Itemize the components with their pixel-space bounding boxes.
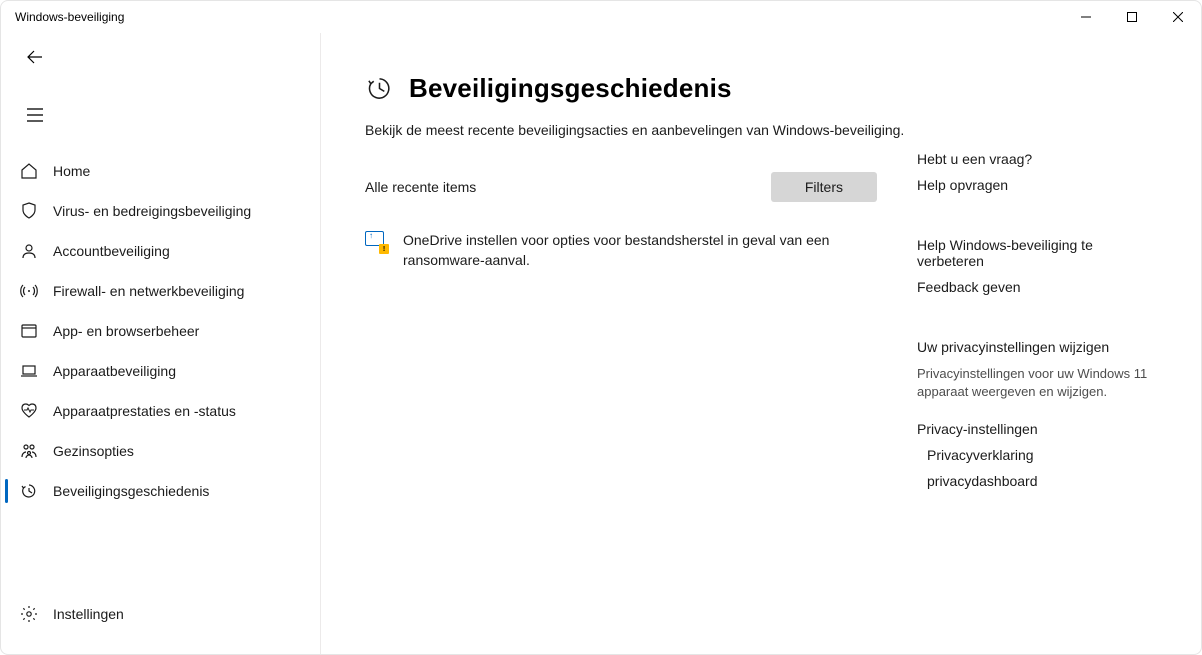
sidebar-item-performance[interactable]: Apparaatprestaties en -status [5, 391, 320, 431]
side-link-privacy-statement[interactable]: Privacyverklaring [917, 447, 1159, 463]
window-title: Windows-beveiliging [15, 10, 124, 24]
sidebar-item-label: Home [53, 163, 90, 179]
back-button[interactable] [15, 39, 55, 75]
sidebar-item-label: Instellingen [53, 606, 124, 622]
window-controls [1063, 1, 1201, 33]
page-title: Beveiligingsgeschiedenis [409, 73, 732, 104]
side-privacy-desc: Privacyinstellingen voor uw Windows 11 a… [917, 365, 1159, 401]
sidebar-item-settings[interactable]: Instellingen [5, 594, 320, 634]
sidebar-item-account[interactable]: Accountbeveiliging [5, 231, 320, 271]
browser-icon [19, 321, 39, 341]
maximize-button[interactable] [1109, 1, 1155, 33]
sidebar-item-firewall[interactable]: Firewall- en netwerkbeveiliging [5, 271, 320, 311]
sidebar-item-device[interactable]: Apparaatbeveiliging [5, 351, 320, 391]
history-item-text: OneDrive instellen voor opties voor best… [403, 230, 877, 271]
sidebar-item-home[interactable]: Home [5, 151, 320, 191]
history-icon [365, 75, 393, 103]
main-content: Beveiligingsgeschiedenis Bekijk de meest… [321, 33, 1201, 654]
sidebar-item-label: Gezinsopties [53, 443, 134, 459]
sidebar-item-label: Beveiligingsgeschiedenis [53, 483, 209, 499]
sidebar-item-history[interactable]: Beveiligingsgeschiedenis [5, 471, 320, 511]
side-link-privacy-settings[interactable]: Privacy-instellingen [917, 421, 1159, 437]
sidebar-item-label: App- en browserbeheer [53, 323, 199, 339]
sidebar-item-family[interactable]: Gezinsopties [5, 431, 320, 471]
page-subtitle: Bekijk de meest recente beveiligingsacti… [365, 122, 917, 138]
sidebar-item-appbrowser[interactable]: App- en browserbeheer [5, 311, 320, 351]
hamburger-button[interactable] [15, 97, 55, 133]
side-heading-question: Hebt u een vraag? [917, 151, 1159, 167]
sidebar-item-label: Apparaatbeveiliging [53, 363, 176, 379]
close-button[interactable] [1155, 1, 1201, 33]
titlebar: Windows-beveiliging [1, 1, 1201, 33]
side-heading-privacy: Uw privacyinstellingen wijzigen [917, 339, 1159, 355]
history-icon [19, 481, 39, 501]
network-icon [19, 281, 39, 301]
side-link-help[interactable]: Help opvragen [917, 177, 1159, 193]
filter-label: Alle recente items [365, 179, 476, 195]
person-icon [19, 241, 39, 261]
sidebar-item-label: Accountbeveiliging [53, 243, 170, 259]
heart-icon [19, 401, 39, 421]
sidebar-item-virus[interactable]: Virus- en bedreigingsbeveiliging [5, 191, 320, 231]
laptop-icon [19, 361, 39, 381]
side-panel: Hebt u een vraag? Help opvragen Help Win… [917, 73, 1165, 654]
side-heading-feedback: Help Windows-beveiliging te verbeteren [917, 237, 1159, 269]
side-link-feedback[interactable]: Feedback geven [917, 279, 1159, 295]
home-icon [19, 161, 39, 181]
minimize-button[interactable] [1063, 1, 1109, 33]
family-icon [19, 441, 39, 461]
filters-button[interactable]: Filters [771, 172, 877, 202]
history-item[interactable]: ↑ ! OneDrive instellen voor opties voor … [365, 230, 917, 271]
sidebar-item-label: Virus- en bedreigingsbeveiliging [53, 203, 251, 219]
sidebar-item-label: Apparaatprestaties en -status [53, 403, 236, 419]
side-link-privacy-dashboard[interactable]: privacydashboard [917, 473, 1159, 489]
sidebar-item-label: Firewall- en netwerkbeveiliging [53, 283, 244, 299]
sidebar: Home Virus- en bedreigingsbeveiliging Ac… [1, 33, 321, 654]
onedrive-warning-icon: ↑ ! [365, 230, 387, 252]
gear-icon [19, 604, 39, 624]
shield-icon [19, 201, 39, 221]
